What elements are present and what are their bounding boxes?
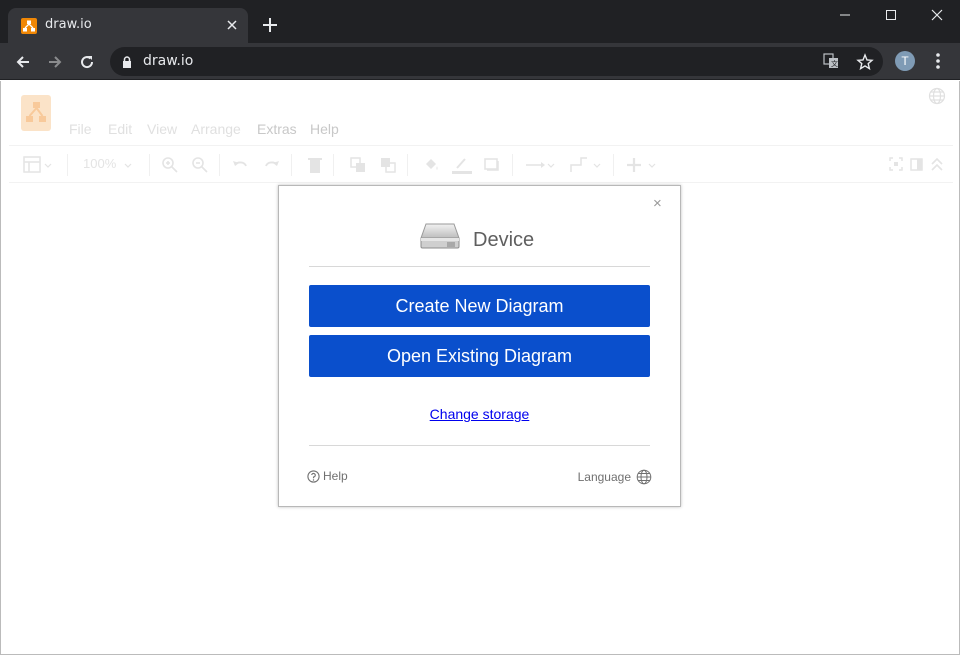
forward-arrow-icon[interactable]: [41, 48, 69, 76]
toolbar-separator: [407, 154, 408, 176]
waypoints-icon[interactable]: [569, 156, 601, 174]
insert-plus-icon[interactable]: [625, 156, 659, 174]
to-front-icon[interactable]: [349, 156, 367, 174]
toolbar-separator: [149, 154, 150, 176]
menu-edit[interactable]: Edit: [108, 121, 132, 137]
shadow-icon[interactable]: [483, 156, 501, 174]
storage-dialog: × Device Create New Diagram Open Existin…: [278, 185, 681, 507]
help-question-icon: [307, 470, 320, 483]
url-text: draw.io: [143, 53, 194, 69]
connection-icon[interactable]: [525, 156, 555, 174]
help-label: Help: [323, 469, 348, 483]
dialog-divider: [309, 445, 650, 446]
drawio-favicon-icon: [21, 18, 37, 34]
back-arrow-icon[interactable]: [9, 48, 37, 76]
bookmark-star-icon[interactable]: [856, 53, 874, 71]
create-new-diagram-button[interactable]: Create New Diagram: [309, 285, 650, 327]
zoom-dropdown-icon[interactable]: [123, 156, 133, 174]
toolbar-separator: [512, 154, 513, 176]
close-tab-icon[interactable]: [224, 17, 240, 33]
profile-avatar[interactable]: T: [895, 51, 915, 71]
browser-menu-icon[interactable]: [930, 51, 946, 71]
line-color-icon[interactable]: [452, 156, 472, 174]
fill-color-icon[interactable]: [422, 156, 440, 174]
redo-icon[interactable]: [263, 156, 281, 174]
browser-toolbar: draw.io 文 T: [0, 43, 960, 80]
change-storage-row: Change storage: [279, 406, 680, 424]
collapse-chevron-icon[interactable]: [930, 156, 944, 174]
toolbar-separator: [333, 154, 334, 176]
tab-title: draw.io: [45, 17, 92, 32]
hard-drive-icon: [420, 221, 460, 256]
to-back-icon[interactable]: [379, 156, 397, 174]
menu-arrange[interactable]: Arrange: [191, 121, 241, 137]
address-bar[interactable]: draw.io 文: [110, 47, 883, 76]
delete-icon[interactable]: [307, 156, 323, 174]
language-link[interactable]: Language: [578, 469, 652, 485]
open-existing-diagram-button[interactable]: Open Existing Diagram: [309, 335, 650, 377]
language-globe-icon[interactable]: [928, 87, 946, 110]
toolbar-separator: [67, 154, 68, 176]
close-window-icon[interactable]: [914, 0, 960, 30]
zoom-in-icon[interactable]: [161, 156, 179, 174]
zoom-level[interactable]: 100%: [83, 156, 116, 174]
toolbar-separator: [219, 154, 220, 176]
language-label: Language: [577, 470, 631, 484]
menu-file[interactable]: File: [69, 121, 92, 137]
close-dialog-icon[interactable]: ×: [653, 196, 662, 211]
zoom-out-icon[interactable]: [191, 156, 209, 174]
minimize-window-icon[interactable]: [822, 0, 868, 30]
reload-icon[interactable]: [73, 48, 101, 76]
new-tab-icon[interactable]: [258, 13, 282, 37]
svg-text:文: 文: [831, 59, 838, 68]
format-panel-icon[interactable]: [23, 156, 53, 174]
browser-tab[interactable]: draw.io: [8, 8, 248, 43]
translate-icon[interactable]: 文: [823, 53, 841, 71]
help-link[interactable]: Help: [307, 469, 348, 483]
menu-extras[interactable]: Extras: [257, 121, 297, 137]
toolbar-separator: [613, 154, 614, 176]
drawio-logo-icon: [21, 95, 51, 131]
app-toolbar: 100%: [9, 145, 953, 183]
maximize-window-icon[interactable]: [868, 0, 914, 30]
menu-help[interactable]: Help: [310, 121, 339, 137]
lock-icon: [122, 55, 132, 73]
toolbar-separator: [291, 154, 292, 176]
format-sidebar-icon[interactable]: [910, 156, 924, 174]
language-globe-icon: [636, 469, 652, 485]
dialog-title: Device: [473, 229, 535, 251]
menu-view[interactable]: View: [147, 121, 177, 137]
change-storage-link[interactable]: Change storage: [430, 406, 530, 422]
fullscreen-icon[interactable]: [889, 156, 903, 174]
undo-icon[interactable]: [231, 156, 249, 174]
dialog-divider: [309, 266, 650, 267]
browser-tab-strip: draw.io: [0, 0, 960, 43]
